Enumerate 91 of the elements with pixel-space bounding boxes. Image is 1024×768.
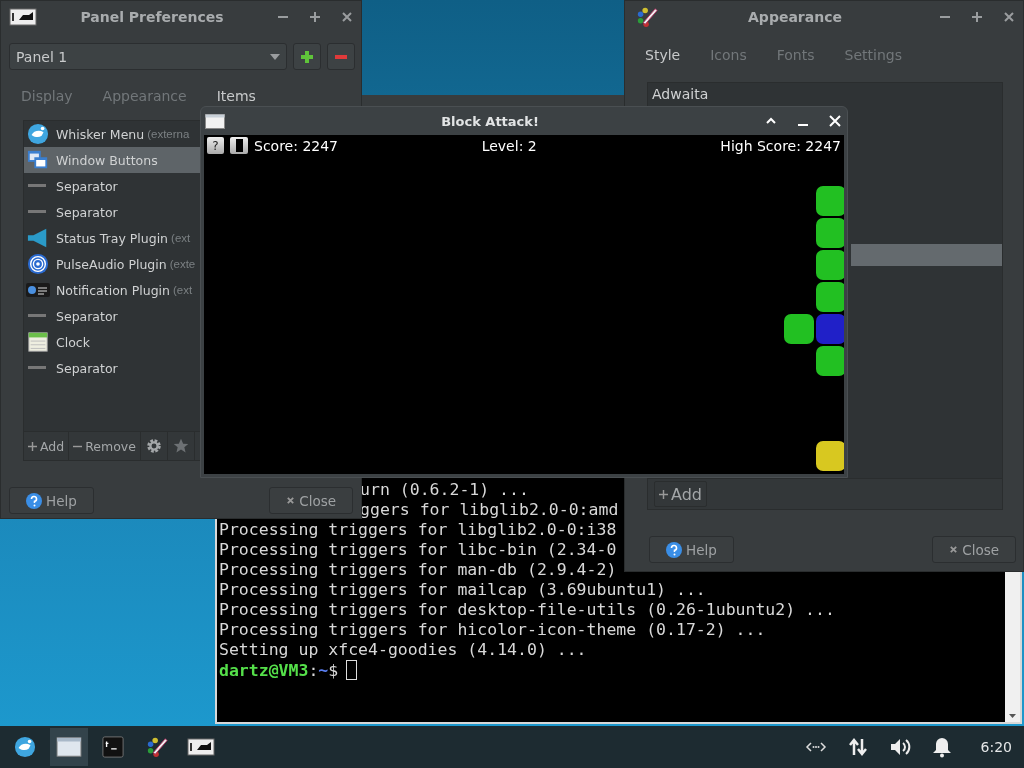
plugin-item[interactable]: Separator — [24, 355, 202, 381]
game-block — [816, 250, 844, 280]
tab[interactable]: Items — [216, 88, 256, 104]
item-note: (externa — [147, 128, 190, 140]
item-name: Window Buttons — [56, 152, 158, 168]
clock: 6:20 — [980, 739, 1012, 755]
game-block — [816, 282, 844, 312]
item-name: Notification Plugin — [56, 282, 170, 298]
plugin-item[interactable]: Whisker Menu (externa — [24, 121, 202, 147]
mouse-logo-icon — [26, 123, 50, 145]
plugin-item[interactable]: Window Buttons — [24, 147, 202, 173]
close-icon — [949, 545, 959, 554]
remove-button[interactable]: Remove — [69, 432, 141, 460]
calendar-icon — [26, 331, 50, 353]
plus-icon — [659, 489, 668, 499]
plugin-item[interactable]: Separator — [24, 199, 202, 225]
high-score: High Score: 2247 — [720, 137, 841, 154]
window-title: Block Attack! — [440, 113, 540, 129]
plus-icon — [300, 49, 314, 64]
terminal-line: Processing triggers for desktop-file-utils (0.26-1ubuntu2) ... — [219, 600, 835, 620]
caret-icon — [270, 53, 280, 60]
terminal-line: urn (0.6.2-1) ... — [360, 480, 529, 500]
close-icon[interactable] — [341, 11, 353, 23]
terminal-line: Processing triggers for libglib2.0-0:i38 — [219, 520, 617, 540]
transfer-arrows-icon[interactable] — [846, 736, 869, 758]
help-key[interactable]: ? — [207, 137, 224, 154]
help-button[interactable]: Help — [649, 536, 734, 563]
task-button[interactable] — [50, 728, 88, 766]
close-button[interactable]: Close — [932, 536, 1016, 563]
help-icon — [26, 492, 42, 509]
game-block — [816, 314, 844, 344]
item-name: Status Tray Plugin — [56, 230, 169, 246]
help-button[interactable]: Help — [9, 487, 94, 514]
terminal-line: Processing triggers for libc-bin (2.34-0 — [219, 540, 617, 560]
window-icon — [205, 113, 225, 129]
item-name: PulseAudio Plugin — [56, 256, 167, 272]
item-name: Separator — [56, 360, 118, 376]
star-icon — [171, 437, 190, 455]
close-button[interactable]: Close — [269, 487, 353, 514]
window-title: Panel Preferences — [79, 9, 225, 25]
game-block — [816, 346, 844, 376]
terminal-line: Processing triggers for mailcap (3.69ubuntu1) ... — [219, 580, 706, 600]
item-name: Whisker Menu — [56, 126, 145, 142]
item-name: Separator — [56, 308, 118, 324]
add-button[interactable]: Add — [654, 481, 707, 507]
plugin-item[interactable]: Clock — [24, 329, 202, 355]
pause-key[interactable] — [230, 137, 248, 154]
close-icon — [286, 496, 296, 505]
game-block — [816, 186, 844, 216]
plus-icon — [28, 441, 37, 451]
item-name: Separator — [56, 204, 118, 220]
terminal-line: Setting up xfce4-goodies (4.14.0) ... — [219, 640, 587, 660]
window-title: Appearance — [747, 9, 843, 25]
speaker-waves-icon — [26, 253, 50, 275]
maximize-icon[interactable] — [971, 11, 983, 23]
gear-icon — [144, 437, 163, 455]
maximize-icon[interactable] — [309, 11, 321, 23]
item-name: Clock — [56, 334, 90, 350]
panel-icon — [9, 6, 37, 28]
plugin-item[interactable]: Separator — [24, 173, 202, 199]
windows-icon — [26, 149, 50, 171]
plugin-item[interactable]: Notification Plugin (ext — [24, 277, 202, 303]
terminal-icon — [99, 736, 127, 758]
plugin-item[interactable]: Separator — [24, 303, 202, 329]
close-icon[interactable] — [1003, 11, 1015, 23]
window-icon — [55, 736, 83, 758]
terminal-line: Processing triggers for hicolor-icon-theme (0.17-2) ... — [219, 620, 766, 640]
terminal-line: ggers for libglib2.0-0:amd — [360, 500, 619, 520]
text-cursor — [346, 660, 358, 680]
item-note: (ext — [172, 284, 193, 296]
remove-panel-button[interactable] — [327, 43, 355, 70]
game-block — [784, 314, 814, 344]
game-block — [816, 441, 844, 471]
terminal-line: Processing triggers for man-db (2.9.4-2) — [219, 560, 617, 580]
panel-icon — [187, 736, 215, 758]
level: Level: 2 — [480, 137, 538, 154]
add-panel-button[interactable] — [293, 43, 321, 70]
add-button[interactable]: Add — [24, 432, 70, 460]
theme-item[interactable]: Adwaita — [648, 83, 1002, 105]
terminal-prompt: dartz@VM3:~$ — [219, 661, 339, 680]
volume-icon[interactable] — [888, 736, 911, 758]
panel-dropdown[interactable]: Panel 1 — [9, 43, 287, 70]
game-block — [816, 218, 844, 248]
item-note: (ext — [171, 232, 191, 244]
item-name: Separator — [56, 178, 118, 194]
tab[interactable]: Style — [645, 47, 681, 63]
score: Score: 2247 — [254, 137, 338, 154]
plugin-item[interactable]: Status Tray Plugin (ext — [24, 225, 202, 251]
help-icon — [666, 541, 682, 558]
item-note: (exte — [169, 258, 196, 270]
plugin-item[interactable]: PulseAudio Plugin (exte — [24, 251, 202, 277]
